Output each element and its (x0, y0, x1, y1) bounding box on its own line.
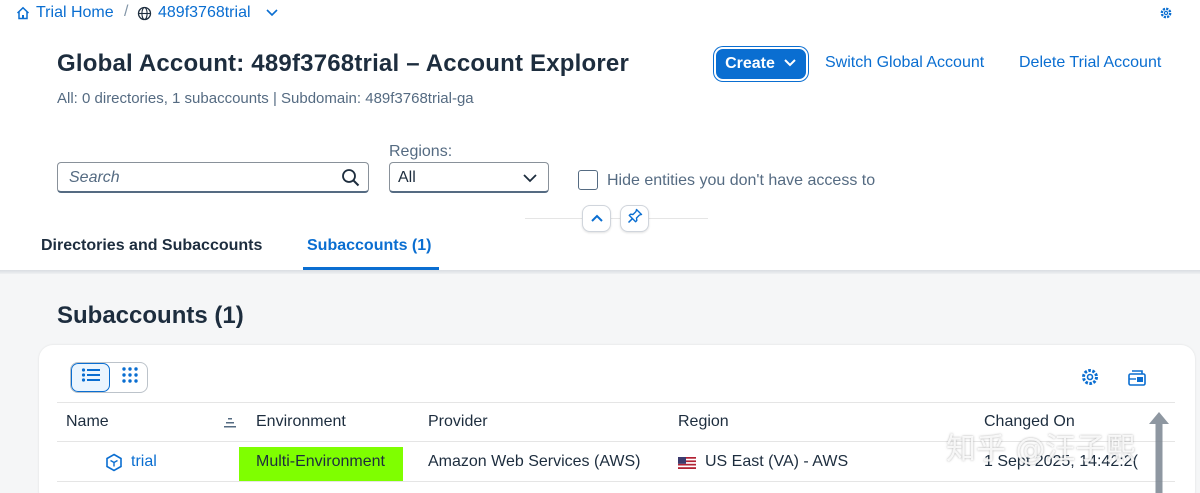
home-icon (16, 6, 30, 20)
hide-entities-label: Hide entities you don't have access to (607, 172, 876, 189)
delete-trial-account-button[interactable]: Delete Trial Account (1019, 54, 1161, 72)
page-title: Global Account: 489f3768trial – Account … (57, 50, 629, 77)
breadcrumb-bar: Trial Home / 489f3768trial (0, 0, 1200, 28)
collapse-header-button[interactable] (582, 205, 611, 232)
search-placeholder: Search (69, 169, 120, 186)
column-header-environment[interactable]: Environment (256, 413, 346, 431)
column-header-provider[interactable]: Provider (428, 413, 488, 431)
chevron-down-icon (783, 55, 797, 73)
section-title: Subaccounts (1) (57, 302, 244, 329)
create-button[interactable]: Create (716, 49, 806, 79)
chevron-down-icon (522, 171, 538, 189)
regions-label: Regions: (389, 143, 453, 160)
create-button-label: Create (725, 55, 775, 72)
list-view-button[interactable] (71, 363, 110, 392)
grid-view-button[interactable] (111, 363, 147, 392)
list-view-icon (81, 367, 101, 388)
breadcrumb-home[interactable]: Trial Home (16, 4, 114, 22)
grid-view-icon (121, 366, 139, 389)
breadcrumb-home-label: Trial Home (36, 4, 114, 21)
page-subtitle: All: 0 directories, 1 subaccounts | Subd… (57, 90, 474, 107)
search-icon[interactable] (341, 168, 360, 192)
view-toggle (70, 362, 148, 393)
switch-global-account-button[interactable]: Switch Global Account (825, 54, 984, 72)
search-input[interactable]: Search (57, 162, 369, 193)
column-header-name[interactable]: Name (66, 413, 109, 431)
breadcrumb-account[interactable]: 489f3768trial (137, 4, 279, 22)
breadcrumb-account-label: 489f3768trial (158, 4, 251, 21)
tab-subaccounts[interactable]: Subaccounts (1) (307, 237, 431, 255)
subaccount-icon (105, 453, 123, 477)
region-cell: US East (VA) - AWS (705, 453, 849, 470)
globe-icon (137, 6, 152, 21)
us-flag-icon (678, 456, 696, 474)
header-toggle-divider (525, 218, 708, 219)
table-settings-icon[interactable] (1080, 367, 1100, 392)
regions-select[interactable]: All (389, 162, 549, 193)
pin-icon (627, 208, 643, 229)
hide-entities-checkbox[interactable] (578, 170, 598, 190)
environment-cell: Multi-Environment (256, 453, 385, 470)
scroll-to-top-button[interactable] (1149, 412, 1169, 493)
tab-directories-and-subaccounts[interactable]: Directories and Subaccounts (41, 237, 262, 255)
sort-icon[interactable] (223, 416, 237, 434)
watermark-text: 知乎 @汪子熙 (946, 432, 1136, 467)
pin-header-button[interactable] (620, 205, 649, 232)
settings-icon[interactable] (1159, 6, 1173, 25)
column-header-region[interactable]: Region (678, 413, 729, 431)
subaccount-name-link[interactable]: trial (131, 453, 157, 471)
row-divider (57, 481, 1175, 482)
provider-cell: Amazon Web Services (AWS) (428, 453, 641, 470)
collapse-up-icon (590, 210, 604, 228)
breadcrumb-separator: / (124, 3, 129, 20)
chevron-down-icon[interactable] (265, 8, 279, 18)
export-icon[interactable] (1127, 367, 1147, 392)
regions-value: All (398, 169, 416, 186)
